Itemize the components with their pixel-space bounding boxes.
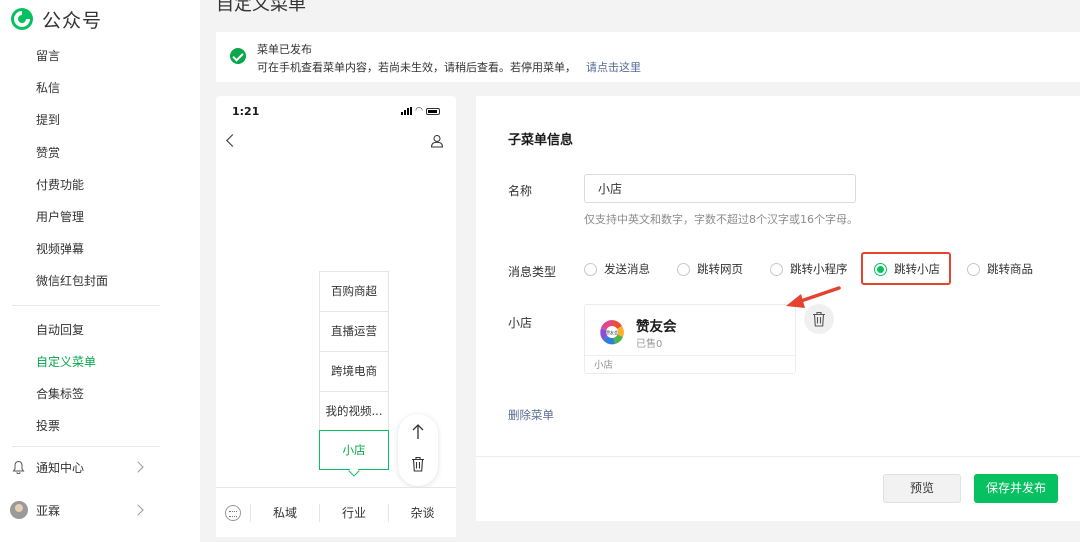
radio-dot — [874, 262, 887, 276]
page-title: 自定义菜单 — [216, 0, 306, 15]
section-title: 子菜单信息 — [508, 133, 574, 148]
notice-body-text: 可在手机查看菜单内容，若尚未生效，请稍后查看。若停用菜单， — [257, 61, 576, 74]
battery-icon — [426, 107, 440, 115]
sidebar-item-messages[interactable]: 私信 — [36, 80, 60, 96]
submenu-item[interactable]: 直播运营 — [320, 312, 388, 352]
radio-label: 跳转网页 — [697, 262, 743, 276]
sidebar-item-custom-menu[interactable]: 自定义菜单 — [36, 354, 96, 370]
radio-dot — [677, 262, 690, 276]
sidebar-divider — [12, 305, 160, 306]
radio-label: 跳转小店 — [894, 262, 940, 276]
shop-name: 赞友会 — [636, 319, 677, 335]
save-and-publish-button[interactable]: 保存并发布 — [974, 474, 1058, 503]
radio-dot — [584, 262, 597, 276]
sidebar-item-collection-tags[interactable]: 合集标签 — [36, 386, 84, 402]
chevron-right-icon — [132, 504, 144, 516]
radio-jump-webpage[interactable]: 跳转网页 — [677, 261, 743, 277]
brand-logo[interactable]: 公众号 — [10, 6, 102, 32]
back-arrow-icon[interactable] — [226, 134, 239, 147]
radio-label: 发送消息 — [604, 262, 650, 276]
type-label: 消息类型 — [508, 265, 557, 279]
notice-body: 可在手机查看菜单内容，若尚未生效，请稍后查看。若停用菜单， 请点击这里 — [257, 59, 641, 75]
status-icons: ◠ — [401, 106, 440, 116]
sidebar-item-user-management[interactable]: 用户管理 — [36, 209, 84, 225]
trash-icon[interactable] — [411, 456, 425, 472]
submenu-editor: 子菜单信息 名称 仅支持中英文和数字，字数不超过8个汉字或16个字母。 消息类型… — [476, 96, 1080, 521]
keyboard-icon[interactable] — [225, 505, 241, 521]
publish-notice: 菜单已发布 可在手机查看菜单内容，若尚未生效，请稍后查看。若停用菜单， 请点击这里 — [216, 32, 1080, 82]
shop-logo-icon: 赞友会 — [600, 320, 624, 345]
sidebar-item-paid-features[interactable]: 付费功能 — [36, 177, 84, 193]
sidebar-item-votes[interactable]: 投票 — [36, 418, 60, 434]
chevron-right-icon — [132, 461, 144, 473]
sidebar-user-name[interactable]: 亚霖 — [36, 503, 60, 519]
menu-tab[interactable]: 私域 — [251, 488, 319, 538]
phone-preview: 1:21 ◠ 百购商超 直播运营 跨境电商 我的视频... 小店 私域 行业 杂… — [216, 96, 456, 537]
menu-name-input[interactable] — [584, 174, 856, 203]
shop-logo-text: 赞友会 — [606, 329, 618, 335]
radio-jump-product[interactable]: 跳转商品 — [967, 261, 1033, 277]
arrow-up-icon[interactable] — [411, 424, 425, 440]
sidebar-item-video-danmaku[interactable]: 视频弹幕 — [36, 241, 84, 257]
footer-divider — [476, 456, 1080, 457]
sidebar-item-mentions[interactable]: 提到 — [36, 112, 60, 128]
submenu-item-selected[interactable]: 小店 — [319, 430, 389, 470]
brand-name: 公众号 — [42, 9, 103, 32]
submenu-item[interactable]: 我的视频... — [320, 392, 388, 432]
radio-label: 跳转商品 — [987, 262, 1033, 276]
shop-card-footer: 小店 — [585, 355, 795, 375]
sidebar-item-red-packet-cover[interactable]: 微信红包封面 — [36, 273, 108, 289]
menu-tab[interactable]: 杂谈 — [389, 488, 456, 538]
notice-title: 菜单已发布 — [257, 43, 312, 56]
signal-icon — [401, 107, 413, 115]
radio-label: 跳转小程序 — [790, 262, 848, 276]
shop-label: 小店 — [508, 316, 533, 330]
status-time: 1:21 — [232, 105, 260, 118]
sidebar-item-rewards[interactable]: 赞赏 — [36, 145, 60, 161]
profile-icon[interactable] — [430, 134, 444, 148]
delete-menu-link[interactable]: 删除菜单 — [508, 407, 554, 423]
success-check-icon — [230, 48, 246, 64]
radio-jump-miniprogram[interactable]: 跳转小程序 — [770, 261, 848, 277]
shop-card[interactable]: 赞友会 赞友会 已售0 小店 — [584, 304, 796, 374]
wechat-official-logo-icon — [11, 8, 33, 30]
submenu-item[interactable]: 百购商超 — [320, 272, 388, 312]
sidebar: 公众号 留言 私信 提到 赞赏 付费功能 用户管理 视频弹幕 微信红包封面 自动… — [0, 0, 200, 542]
shop-sold-count: 已售0 — [636, 339, 663, 350]
preview-button[interactable]: 预览 — [883, 474, 961, 503]
name-hint: 仅支持中英文和数字，字数不超过8个汉字或16个字母。 — [584, 213, 858, 226]
sidebar-item-comments[interactable]: 留言 — [36, 48, 60, 64]
user-avatar[interactable] — [10, 501, 28, 519]
disable-menu-link[interactable]: 请点击这里 — [586, 61, 641, 74]
phone-menu-bar: 私域 行业 杂谈 — [216, 487, 456, 537]
wifi-icon: ◠ — [415, 106, 423, 116]
radio-dot — [770, 262, 783, 276]
bell-icon — [12, 460, 25, 474]
submenu-actions — [398, 414, 438, 486]
menu-tab[interactable]: 行业 — [320, 488, 388, 538]
radio-dot — [967, 262, 980, 276]
name-label: 名称 — [508, 184, 533, 198]
annotation-arrow-icon — [786, 286, 841, 308]
sidebar-item-notifications[interactable]: 通知中心 — [36, 460, 84, 476]
submenu-item[interactable]: 跨境电商 — [320, 352, 388, 392]
submenu-list: 百购商超 直播运营 跨境电商 我的视频... — [319, 271, 389, 433]
radio-send-message[interactable]: 发送消息 — [584, 261, 650, 277]
radio-jump-shop[interactable]: 跳转小店 — [874, 261, 940, 277]
sidebar-divider — [12, 446, 160, 447]
sidebar-item-auto-reply[interactable]: 自动回复 — [36, 322, 84, 338]
